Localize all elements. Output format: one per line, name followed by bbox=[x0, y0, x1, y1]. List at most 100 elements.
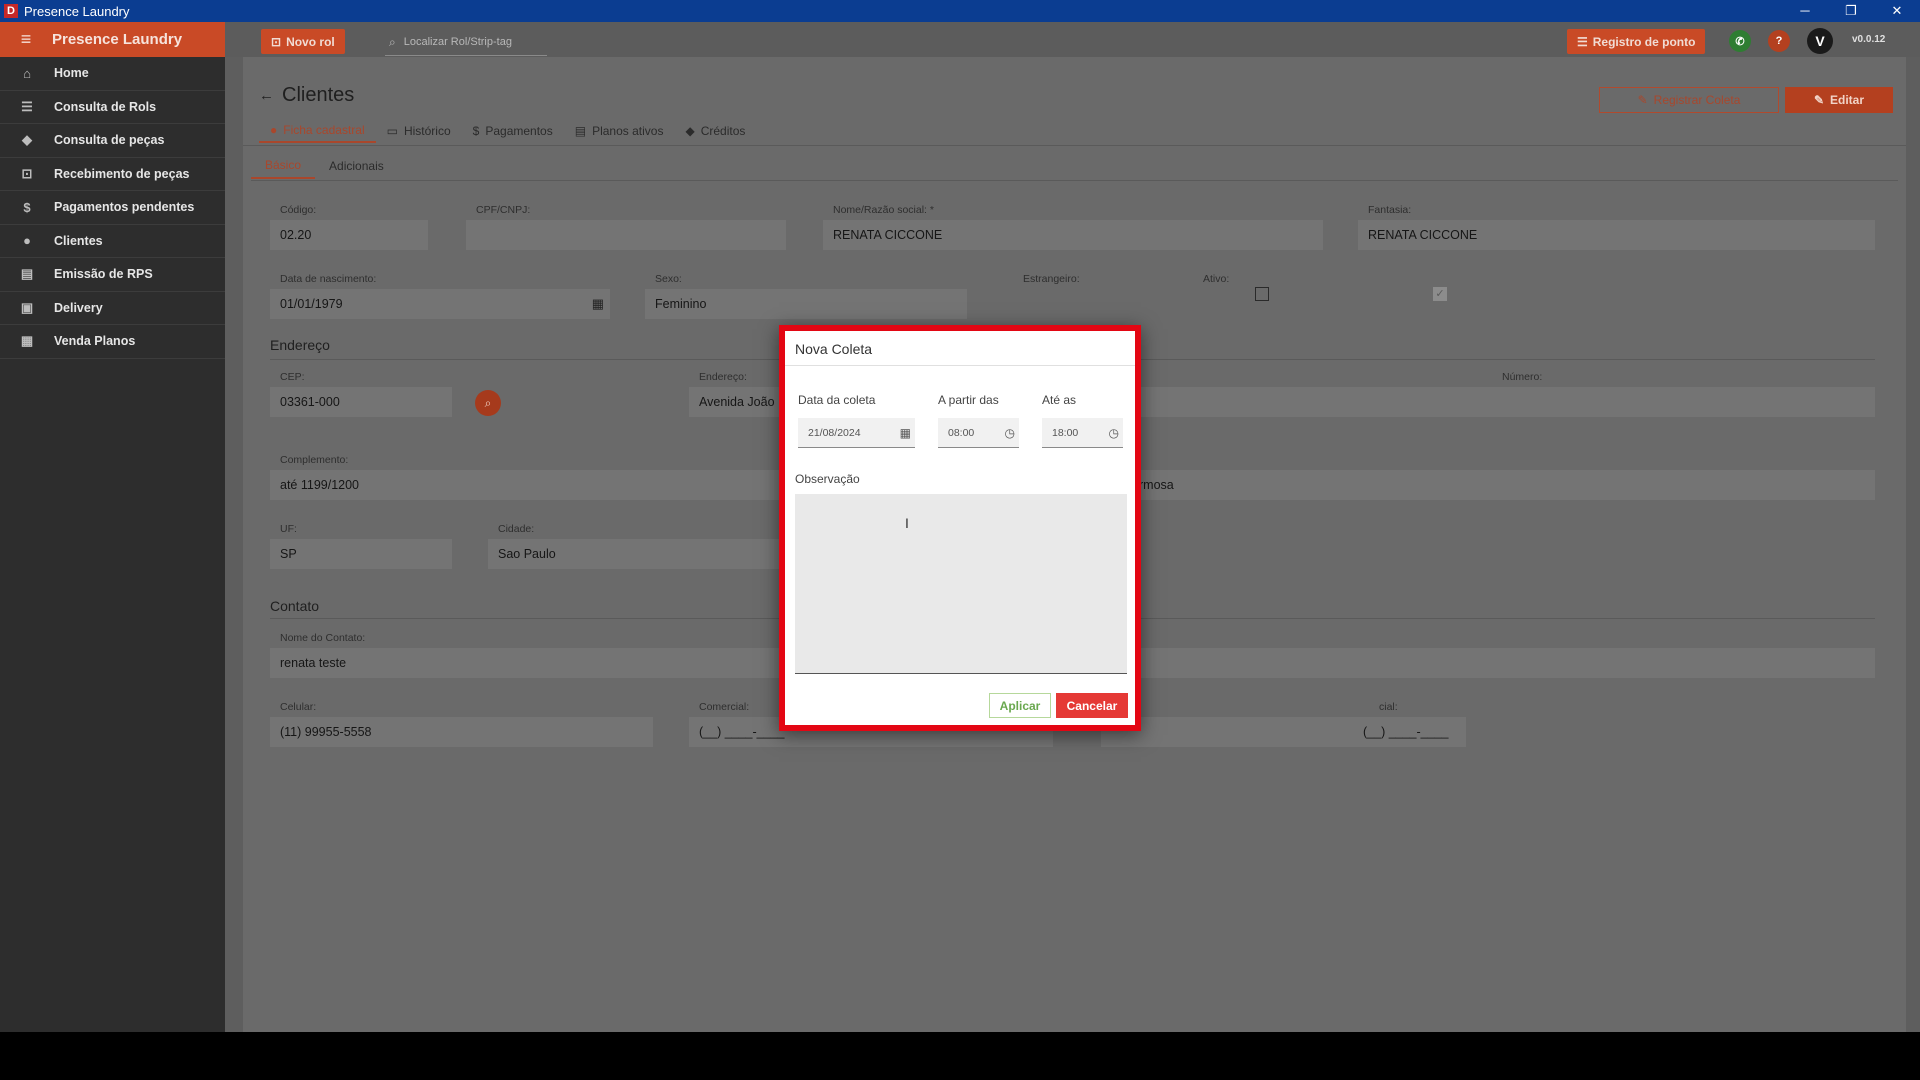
list-check-icon: ☰ bbox=[21, 98, 33, 114]
calendar-icon[interactable]: ▦ bbox=[592, 296, 604, 312]
sidebar-item-label: Clientes bbox=[54, 233, 103, 248]
data-coleta-label: Data da coleta bbox=[798, 393, 876, 407]
sidebar-item-label: Venda Planos bbox=[54, 334, 136, 349]
nascimento-field: Data de nascimento: 01/01/1979 ▦ bbox=[270, 273, 610, 319]
field-label: Estrangeiro: bbox=[1023, 273, 1080, 285]
pencil-icon: ✎ bbox=[1813, 93, 1825, 107]
maximize-button[interactable]: ❐ bbox=[1828, 0, 1874, 22]
search-placeholder: Localizar Rol/Strip-tag bbox=[403, 36, 512, 48]
novo-rol-label: Novo rol bbox=[286, 34, 335, 49]
numero-field: Número: bbox=[1492, 371, 1875, 417]
sidebar-item-label: Pagamentos pendentes bbox=[54, 200, 195, 215]
sidebar-item-clientes[interactable]: ● Clientes bbox=[0, 225, 225, 258]
minimize-button[interactable]: ─ bbox=[1782, 0, 1828, 22]
hamburger-menu-icon[interactable]: ≡ bbox=[0, 29, 52, 50]
nome-input[interactable]: RENATA CICCONE bbox=[823, 220, 1323, 250]
main-tabs: ● Ficha cadastral ▭ Histórico $ Pagament… bbox=[259, 119, 756, 143]
numero-input[interactable] bbox=[1492, 387, 1875, 417]
observacao-textarea[interactable]: I bbox=[795, 494, 1127, 674]
chat-icon: ▭ bbox=[386, 124, 398, 138]
codigo-input[interactable]: 02.20 bbox=[270, 220, 428, 250]
novo-rol-button[interactable]: ⊡ Novo rol bbox=[261, 29, 345, 54]
tag-icon: ◆ bbox=[685, 124, 695, 138]
sidebar-item-label: Recebimento de peças bbox=[54, 166, 190, 181]
celular-input[interactable]: (11) 99955-5558 bbox=[270, 717, 653, 747]
close-window-button[interactable]: ✕ bbox=[1874, 0, 1920, 22]
field-label: CPF/CNPJ: bbox=[476, 204, 531, 216]
sidebar-item-consulta-rols[interactable]: ☰ Consulta de Rols bbox=[0, 91, 225, 124]
sidebar-item-emissao-rps[interactable]: ▤ Emissão de RPS bbox=[0, 258, 225, 292]
residencial-input[interactable]: (__) ____-____ bbox=[1101, 717, 1466, 747]
estrangeiro-field: Estrangeiro: bbox=[1013, 273, 1133, 287]
sidebar-item-pagamentos[interactable]: $ Pagamentos pendentes bbox=[0, 191, 225, 225]
celular-field: Celular: (11) 99955-5558 bbox=[270, 701, 653, 747]
complemento-input[interactable]: até 1199/1200 bbox=[270, 470, 830, 500]
tab-historico[interactable]: ▭ Histórico bbox=[376, 119, 462, 143]
tab-pagamentos[interactable]: $ Pagamentos bbox=[462, 119, 564, 143]
field-label: Fantasia: bbox=[1368, 204, 1412, 216]
tab-ficha-cadastral[interactable]: ● Ficha cadastral bbox=[259, 119, 376, 143]
ate-as-input[interactable]: 18:00 ◷ bbox=[1042, 418, 1123, 448]
field-label: Data de nascimento: bbox=[280, 273, 377, 285]
search-input[interactable]: ⌕ Localizar Rol/Strip-tag bbox=[385, 29, 547, 56]
cep-input[interactable]: 03361-000 bbox=[270, 387, 452, 417]
sidebar-header: ≡ Presence Laundry bbox=[0, 22, 225, 57]
text-cursor-icon: I bbox=[905, 515, 909, 531]
clock-icon[interactable]: ◷ bbox=[1005, 426, 1015, 440]
cep-field: CEP: 03361-000 bbox=[270, 371, 452, 417]
cep-search-button[interactable]: ⌕ bbox=[475, 390, 501, 416]
clock-icon[interactable]: ◷ bbox=[1109, 426, 1119, 440]
ativo-checkbox[interactable]: ✓ bbox=[1433, 287, 1447, 301]
sidebar-item-recebimento[interactable]: ⊡ Recebimento de peças bbox=[0, 158, 225, 191]
sidebar-item-delivery[interactable]: ▣ Delivery bbox=[0, 292, 225, 325]
registrar-coleta-button[interactable]: ✎ Registrar Coleta bbox=[1599, 87, 1779, 113]
sidebar-item-home[interactable]: ⌂ Home bbox=[0, 57, 225, 91]
dollar-circle-icon: $ bbox=[23, 199, 31, 215]
complemento-field: Complemento: até 1199/1200 bbox=[270, 454, 830, 500]
cpf-field: CPF/CNPJ: bbox=[466, 204, 786, 250]
aplicar-button[interactable]: Aplicar bbox=[989, 693, 1051, 718]
cart-icon: ⊡ bbox=[271, 34, 282, 49]
dollar-circle-icon: $ bbox=[472, 124, 480, 138]
sidebar: ≡ Presence Laundry ⌂ Home ☰ Consulta de … bbox=[0, 22, 225, 1032]
editar-button[interactable]: ✎ Editar bbox=[1785, 87, 1893, 113]
ate-as-label: Até as bbox=[1042, 393, 1077, 407]
subtab-adicionais[interactable]: Adicionais bbox=[315, 153, 398, 179]
sidebar-item-venda-planos[interactable]: ▦ Venda Planos bbox=[0, 325, 225, 359]
back-arrow-icon[interactable]: ← bbox=[259, 87, 274, 104]
fantasia-input[interactable]: RENATA CICCONE bbox=[1358, 220, 1875, 250]
version-label: v0.0.12 bbox=[1852, 34, 1886, 45]
field-label: CEP: bbox=[280, 371, 305, 383]
uf-input[interactable]: SP bbox=[270, 539, 452, 569]
nascimento-input[interactable]: 01/01/1979 ▦ bbox=[270, 289, 610, 319]
cpf-input[interactable] bbox=[466, 220, 786, 250]
bairro-input[interactable]: rmosa bbox=[1121, 470, 1875, 500]
tab-planos-ativos[interactable]: ▤ Planos ativos bbox=[564, 119, 675, 143]
estrangeiro-checkbox[interactable] bbox=[1255, 287, 1269, 301]
sexo-select[interactable]: Feminino bbox=[645, 289, 967, 319]
tab-creditos[interactable]: ◆ Créditos bbox=[674, 119, 756, 143]
cancelar-button[interactable]: Cancelar bbox=[1056, 693, 1128, 718]
sidebar-item-consulta-pecas[interactable]: ◆ Consulta de peças bbox=[0, 124, 225, 158]
contato-section-title: Contato bbox=[270, 598, 320, 614]
calendar-icon[interactable]: ▦ bbox=[900, 426, 911, 440]
nascimento-value: 01/01/1979 bbox=[280, 297, 343, 311]
field-label bbox=[1121, 454, 1875, 468]
bottom-bar bbox=[0, 1032, 1920, 1080]
data-coleta-input[interactable]: 21/08/2024 ▦ bbox=[798, 418, 915, 448]
registro-ponto-button[interactable]: ☰ Registro de ponto bbox=[1567, 29, 1706, 54]
a-partir-input[interactable]: 08:00 ◷ bbox=[938, 418, 1019, 448]
page-title: ← Clientes bbox=[259, 84, 354, 107]
whatsapp-icon[interactable]: ✆ bbox=[1729, 30, 1751, 52]
data-coleta-value: 21/08/2024 bbox=[808, 426, 861, 439]
user-avatar[interactable]: V bbox=[1807, 28, 1833, 54]
home-icon: ⌂ bbox=[23, 65, 31, 81]
tab-label: Pagamentos bbox=[485, 124, 553, 138]
cidade-input[interactable]: Sao Paulo bbox=[488, 539, 828, 569]
top-appbar: ⊡ Novo rol ⌕ Localizar Rol/Strip-tag ☰ R… bbox=[225, 22, 1920, 57]
person-icon: ● bbox=[23, 233, 31, 249]
field-label: cial: bbox=[1379, 701, 1398, 713]
nome-field: Nome/Razão social: * RENATA CICCONE bbox=[823, 204, 1323, 250]
help-icon[interactable]: ? bbox=[1768, 30, 1790, 52]
subtab-basico[interactable]: Básico bbox=[251, 153, 316, 179]
